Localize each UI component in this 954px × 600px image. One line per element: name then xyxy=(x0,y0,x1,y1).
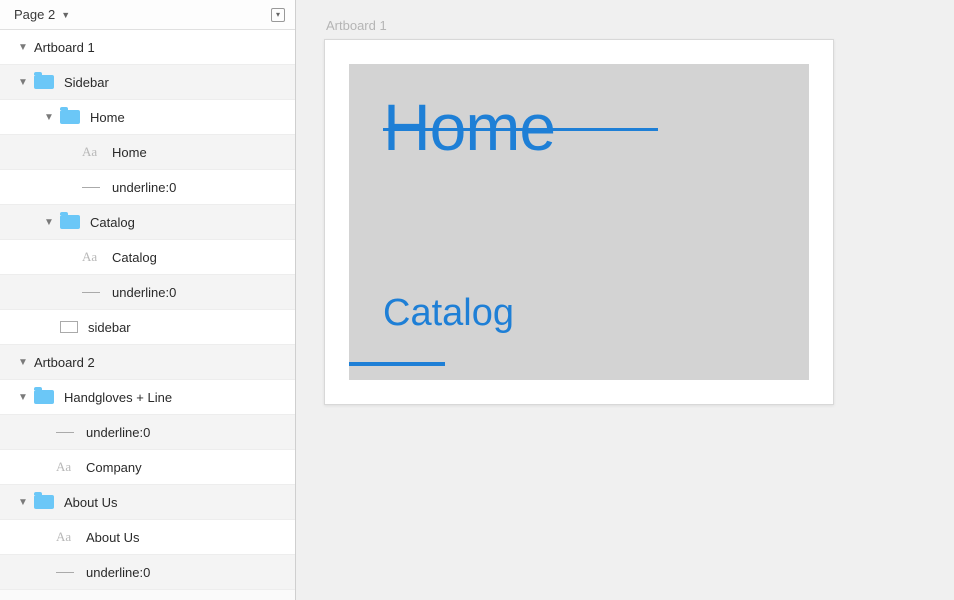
nav-home[interactable]: Home xyxy=(383,94,555,160)
layer-label: Catalog xyxy=(90,215,135,230)
layer-row-artboard2[interactable]: ▼ Artboard 2 xyxy=(0,345,295,380)
disclosure-icon[interactable]: ▼ xyxy=(44,217,54,228)
chevron-down-icon: ▼ xyxy=(61,10,70,20)
layer-label: underline:0 xyxy=(112,180,176,195)
layer-label: Handgloves + Line xyxy=(64,390,172,405)
layer-row-aboutus-text[interactable]: Aa About Us xyxy=(0,520,295,555)
folder-icon xyxy=(34,495,54,509)
text-layer-icon: Aa xyxy=(82,249,102,265)
folder-icon xyxy=(34,75,54,89)
layer-row-home-underline[interactable]: underline:0 xyxy=(0,170,295,205)
nav-home-text: Home xyxy=(383,90,555,164)
layer-label: underline:0 xyxy=(86,565,150,580)
layer-row-home-text[interactable]: Aa Home xyxy=(0,135,295,170)
text-layer-icon: Aa xyxy=(56,459,76,475)
line-layer-icon xyxy=(56,572,76,573)
line-layer-icon xyxy=(56,432,76,433)
home-underline[interactable] xyxy=(383,128,658,131)
layer-label: About Us xyxy=(86,530,139,545)
folder-icon xyxy=(34,390,54,404)
layer-label: underline:0 xyxy=(86,425,150,440)
layer-label: sidebar xyxy=(88,320,131,335)
layer-row-aboutus-folder[interactable]: ▼ About Us xyxy=(0,485,295,520)
layers-tree: ▼ Artboard 1 ▼ Sidebar ▼ Home Aa Home un… xyxy=(0,30,295,600)
layer-row-sidebar-rect[interactable]: sidebar xyxy=(0,310,295,345)
layer-row-company[interactable]: Aa Company xyxy=(0,450,295,485)
disclosure-icon[interactable]: ▼ xyxy=(18,77,28,88)
line-layer-icon xyxy=(82,187,102,188)
page-label: Page 2 xyxy=(14,7,55,22)
disclosure-icon[interactable]: ▼ xyxy=(18,392,28,403)
layer-label: Home xyxy=(90,110,125,125)
text-layer-icon: Aa xyxy=(82,144,102,160)
folder-icon xyxy=(60,110,80,124)
nav-catalog-text: Catalog xyxy=(383,292,514,334)
layer-label: Company xyxy=(86,460,142,475)
layer-label: Artboard 1 xyxy=(34,40,95,55)
layer-label: Artboard 2 xyxy=(34,355,95,370)
disclosure-icon[interactable]: ▼ xyxy=(44,112,54,123)
layer-label: About Us xyxy=(64,495,117,510)
dropdown-icon[interactable]: ▾ xyxy=(271,8,285,22)
layer-label: underline:0 xyxy=(112,285,176,300)
artboard-title[interactable]: Artboard 1 xyxy=(326,18,926,33)
text-layer-icon: Aa xyxy=(56,529,76,545)
layer-label: Catalog xyxy=(112,250,157,265)
line-layer-icon xyxy=(82,292,102,293)
layer-row-sidebar[interactable]: ▼ Sidebar xyxy=(0,65,295,100)
artboard-frame[interactable]: Home Catalog xyxy=(324,39,834,405)
layer-label: Sidebar xyxy=(64,75,109,90)
layer-row-catalog-text[interactable]: Aa Catalog xyxy=(0,240,295,275)
layer-row-aboutus-underline[interactable]: underline:0 xyxy=(0,555,295,590)
disclosure-icon[interactable]: ▼ xyxy=(18,497,28,508)
rect-layer-icon xyxy=(60,321,78,333)
catalog-underline[interactable] xyxy=(349,362,445,366)
nav-catalog[interactable]: Catalog xyxy=(383,294,514,332)
layers-panel: Page 2 ▼ ▾ ▼ Artboard 1 ▼ Sidebar ▼ Home… xyxy=(0,0,296,600)
layer-row-handgloves[interactable]: ▼ Handgloves + Line xyxy=(0,380,295,415)
folder-icon xyxy=(60,215,80,229)
layer-row-catalog-folder[interactable]: ▼ Catalog xyxy=(0,205,295,240)
layer-row-hg-underline[interactable]: underline:0 xyxy=(0,415,295,450)
disclosure-icon[interactable]: ▼ xyxy=(18,42,28,53)
layer-label: Home xyxy=(112,145,147,160)
canvas[interactable]: Artboard 1 Home Catalog xyxy=(296,0,954,600)
disclosure-icon[interactable]: ▼ xyxy=(18,357,28,368)
layer-row-artboard1[interactable]: ▼ Artboard 1 xyxy=(0,30,295,65)
layer-row-home-folder[interactable]: ▼ Home xyxy=(0,100,295,135)
artboard-content[interactable]: Home Catalog xyxy=(349,64,809,380)
layer-row-catalog-underline[interactable]: underline:0 xyxy=(0,275,295,310)
page-selector[interactable]: Page 2 ▼ xyxy=(14,7,70,22)
panel-header: Page 2 ▼ ▾ xyxy=(0,0,295,30)
